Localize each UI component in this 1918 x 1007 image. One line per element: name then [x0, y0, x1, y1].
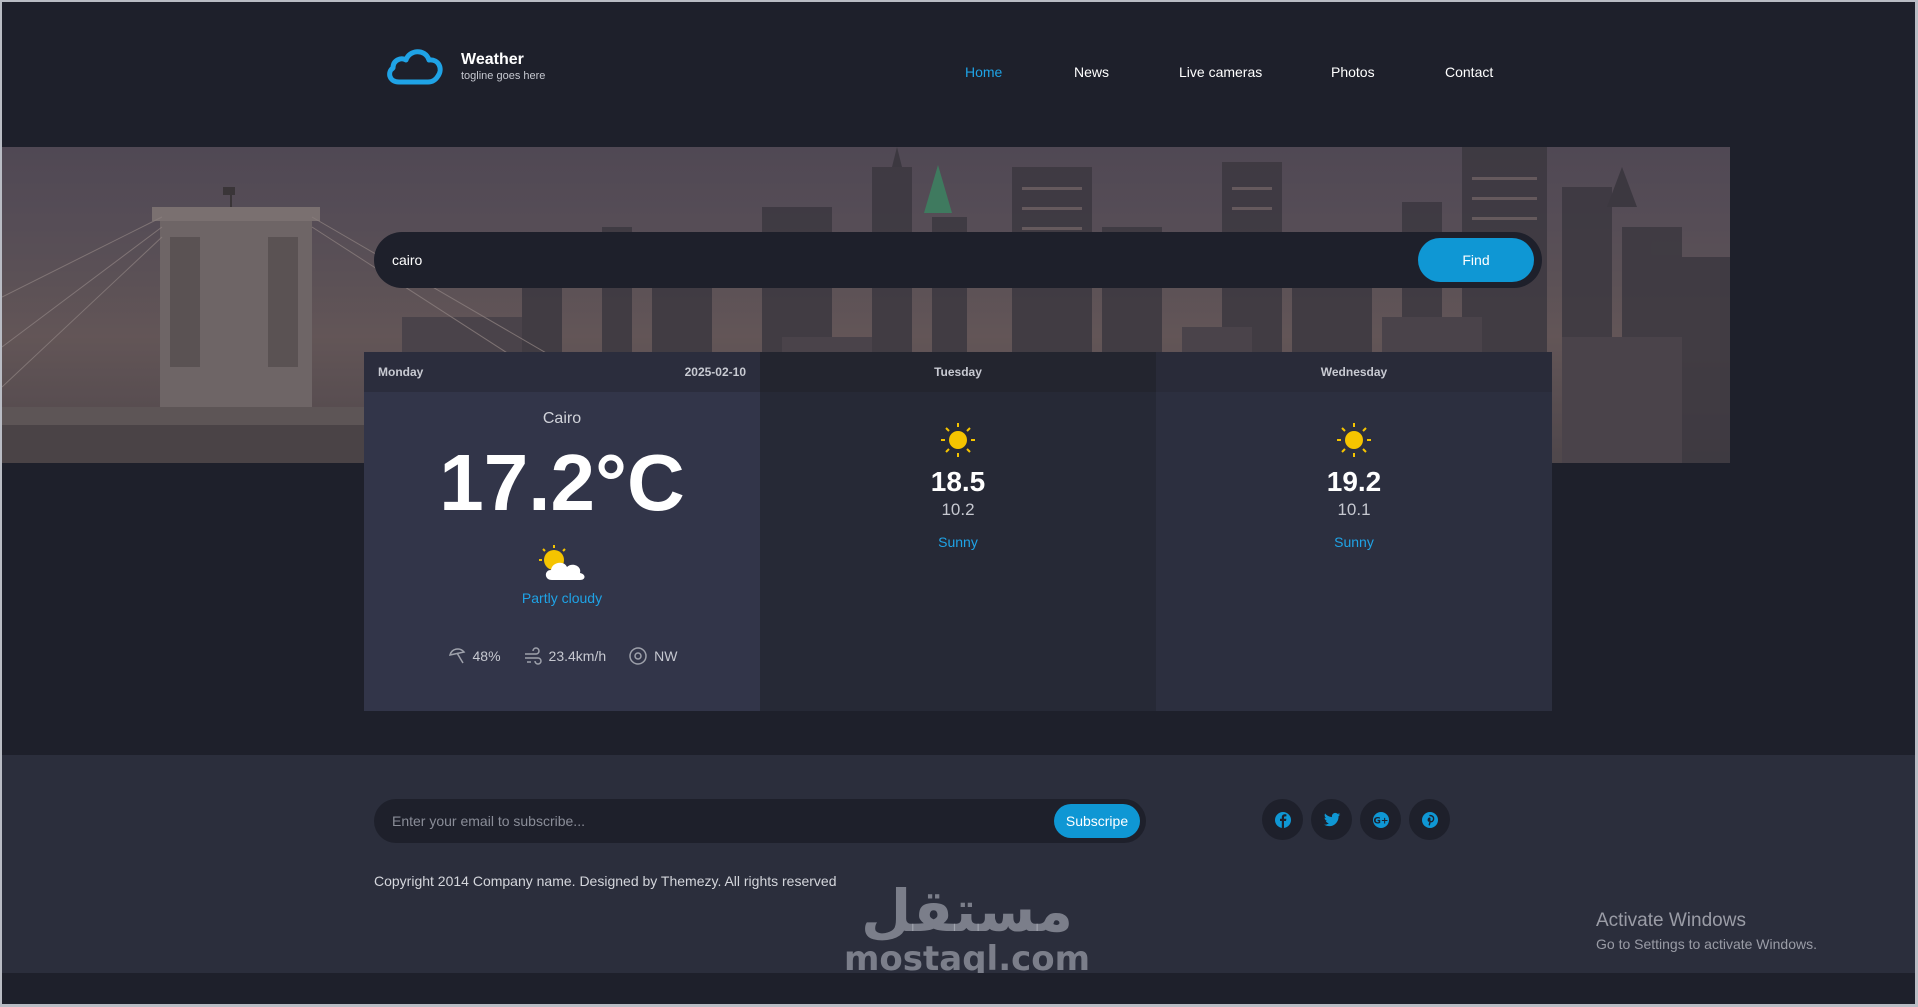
facebook-link[interactable] — [1262, 799, 1303, 840]
nav-home[interactable]: Home — [965, 64, 1002, 80]
svg-text:G+: G+ — [1373, 816, 1388, 826]
today-condition: Partly cloudy — [521, 590, 603, 606]
city-name: Cairo — [542, 410, 582, 427]
subscribe-form: Subscripe — [374, 799, 1146, 843]
max-temperature: 18.5 — [930, 466, 986, 497]
location-search-bar: Find — [374, 232, 1542, 288]
max-temperature: 19.2 — [1326, 466, 1382, 497]
humidity-stat: 48% — [447, 646, 501, 666]
wind-speed-value: 23.4km/h — [548, 648, 607, 664]
umbrella-icon — [448, 648, 465, 664]
watermark-arabic: مستقل — [860, 877, 1074, 945]
wind-direction-stat: NW — [628, 646, 677, 666]
find-button[interactable]: Find — [1418, 238, 1534, 282]
sun-icon — [1337, 423, 1371, 457]
forecast-panel: Monday 2025-02-10 Cairo 17.2°C Partly cl… — [364, 352, 1552, 711]
mostaql-watermark: مستقل mostaql.com — [844, 881, 1090, 977]
today-stats: 48% 23.4km/h NW — [364, 646, 760, 666]
today-header: Monday 2025-02-10 — [364, 352, 760, 392]
nav-live-cameras[interactable]: Live cameras — [1179, 64, 1262, 80]
bottom-strip — [2, 973, 1915, 1005]
forecast-card-tuesday: Tuesday 18.5 10.2 Sunny — [760, 352, 1156, 711]
min-temperature: 10.1 — [1337, 500, 1371, 519]
watermark-latin: mostaql.com — [844, 939, 1091, 979]
nav-news[interactable]: News — [1074, 64, 1109, 80]
pinterest-icon — [1421, 811, 1438, 828]
email-subscribe-input[interactable] — [374, 799, 1054, 843]
forecast-condition: Sunny — [938, 534, 978, 550]
current-temperature: 17.2°C — [439, 438, 685, 527]
min-temperature: 10.2 — [941, 500, 975, 519]
twitter-link[interactable] — [1311, 799, 1352, 840]
today-date: 2025-02-10 — [684, 365, 746, 379]
copyright-text: Copyright 2014 Company name. Designed by… — [374, 873, 837, 889]
humidity-value: 48% — [472, 648, 501, 664]
pinterest-link[interactable] — [1409, 799, 1450, 840]
activate-title: Activate Windows — [1596, 910, 1746, 931]
nav-photos[interactable]: Photos — [1331, 64, 1375, 80]
today-day: Monday — [378, 365, 424, 379]
social-links: G+ — [1262, 799, 1450, 840]
partly-cloudy-icon — [539, 545, 585, 580]
google-plus-link[interactable]: G+ — [1360, 799, 1401, 840]
facebook-icon — [1274, 811, 1291, 828]
wind-speed-stat: 23.4km/h — [523, 646, 607, 666]
forecast-day: Tuesday — [760, 352, 1156, 392]
nav-contact[interactable]: Contact — [1445, 64, 1493, 80]
compass-icon — [629, 647, 647, 665]
main-nav: Home News Live cameras Photos Contact — [0, 64, 1918, 84]
forecast-day: Wednesday — [1156, 352, 1552, 392]
sun-icon — [941, 423, 975, 457]
subscribe-button[interactable]: Subscripe — [1054, 804, 1140, 838]
wind-direction-value: NW — [654, 648, 678, 664]
wind-icon — [524, 647, 542, 665]
twitter-icon — [1323, 812, 1340, 826]
search-input[interactable] — [374, 232, 1418, 288]
google-plus-icon: G+ — [1372, 811, 1389, 828]
activate-windows-notice: Activate Windows Go to Settings to activ… — [1596, 910, 1817, 952]
forecast-card-wednesday: Wednesday 19.2 10.1 Sunny — [1156, 352, 1552, 711]
forecast-condition: Sunny — [1334, 534, 1374, 550]
activate-subtitle: Go to Settings to activate Windows. — [1596, 936, 1817, 952]
site-header: Weather togline goes here Home News Live… — [0, 0, 1918, 147]
today-card: Monday 2025-02-10 Cairo 17.2°C Partly cl… — [364, 352, 760, 711]
